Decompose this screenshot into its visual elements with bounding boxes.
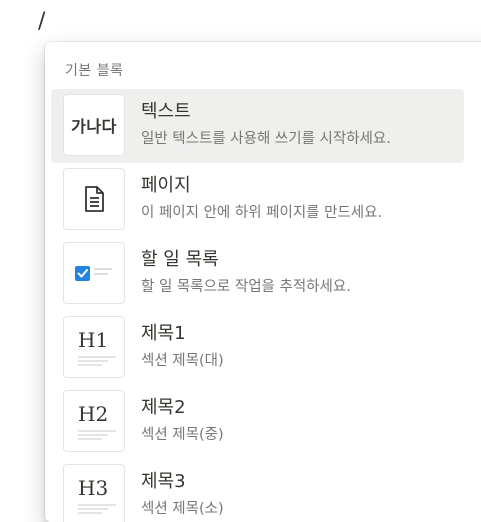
menu-item-page[interactable]: 페이지 이 페이지 안에 하위 페이지를 만드세요. xyxy=(51,163,464,237)
menu-item-title: 제목3 xyxy=(141,471,186,492)
page-document-icon xyxy=(63,168,125,230)
heading-thumb-label: H3 xyxy=(78,476,109,500)
menu-item-heading-3[interactable]: H3 제목3 섹션 제목(소) xyxy=(51,459,464,522)
slash-command-menu: 기본 블록 가나다 텍스트 일반 텍스트를 사용해 쓰기를 시작하세요. 페이지… xyxy=(45,42,481,522)
heading-2-icon: H2 xyxy=(63,390,125,452)
menu-item-description: 섹션 제목(대) xyxy=(141,353,224,369)
menu-item-heading-1[interactable]: H1 제목1 섹션 제목(대) xyxy=(51,311,464,385)
menu-item-description: 이 페이지 안에 하위 페이지를 만드세요. xyxy=(141,205,383,221)
menu-item-title: 텍스트 xyxy=(141,101,191,122)
heading-thumb-label: H1 xyxy=(78,328,109,352)
text-block-icon: 가나다 xyxy=(63,94,125,156)
heading-1-icon: H1 xyxy=(63,316,125,378)
heading-thumb-label: H2 xyxy=(78,402,109,426)
menu-item-title: 제목1 xyxy=(141,323,186,344)
heading-3-icon: H3 xyxy=(63,464,125,522)
section-header-basic-blocks: 기본 블록 xyxy=(65,63,124,79)
menu-item-heading-2[interactable]: H2 제목2 섹션 제목(중) xyxy=(51,385,464,459)
menu-item-description: 섹션 제목(중) xyxy=(141,427,224,443)
todo-checkbox-icon xyxy=(63,242,125,304)
menu-item-text[interactable]: 가나다 텍스트 일반 텍스트를 사용해 쓰기를 시작하세요. xyxy=(51,89,464,163)
menu-item-description: 할 일 목록으로 작업을 추적하세요. xyxy=(141,279,351,295)
menu-item-title: 할 일 목록 xyxy=(141,249,219,270)
slash-command-trigger: / xyxy=(38,9,46,34)
text-thumb-label: 가나다 xyxy=(71,117,117,136)
menu-item-todo[interactable]: 할 일 목록 할 일 목록으로 작업을 추적하세요. xyxy=(51,237,464,311)
menu-item-title: 페이지 xyxy=(141,175,191,196)
menu-item-description: 섹션 제목(소) xyxy=(141,501,224,517)
menu-item-description: 일반 텍스트를 사용해 쓰기를 시작하세요. xyxy=(141,131,391,147)
menu-item-title: 제목2 xyxy=(141,397,186,418)
